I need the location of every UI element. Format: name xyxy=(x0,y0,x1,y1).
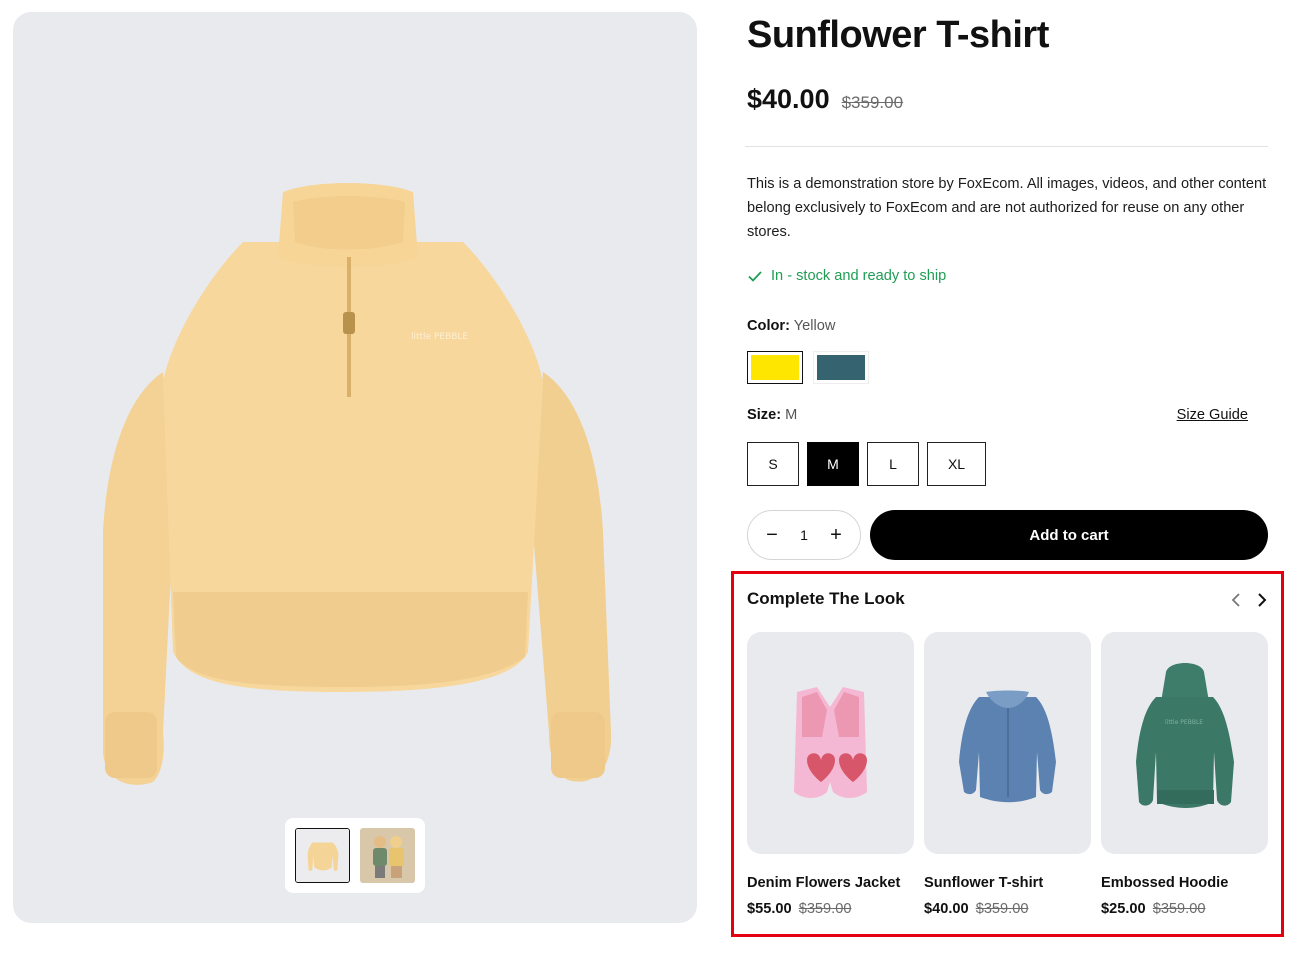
product-cards: Denim Flowers Jacket $55.00 $359.00 Sunf… xyxy=(747,632,1268,917)
thumbnail-strip xyxy=(285,818,425,893)
stock-text: In - stock and ready to ship xyxy=(771,268,947,284)
product-card-price: $25.00 xyxy=(1101,901,1146,917)
carousel-next-button[interactable] xyxy=(1253,591,1271,609)
size-options: S M L XL xyxy=(747,442,986,486)
product-card-name[interactable]: Embossed Hoodie xyxy=(1101,875,1268,891)
product-title: Sunflower T-shirt xyxy=(747,14,1049,56)
complete-the-look-section: Complete The Look Denim Flowers Jacket $… xyxy=(731,571,1284,937)
product-compare-price: $359.00 xyxy=(841,93,904,112)
product-card[interactable]: Sunflower T-shirt $40.00 $359.00 xyxy=(924,632,1091,917)
color-swatches xyxy=(747,351,869,384)
color-label: Color: Yellow xyxy=(747,318,835,334)
product-card-image[interactable]: little PEBBLE xyxy=(1101,632,1268,854)
product-card-compare-price: $359.00 xyxy=(798,901,852,917)
size-option-m[interactable]: M xyxy=(807,442,859,486)
quantity-value[interactable]: 1 xyxy=(800,527,808,543)
product-card-price: $55.00 xyxy=(747,901,792,917)
chevron-right-icon xyxy=(1258,593,1267,607)
product-gallery: little PEBBLE xyxy=(13,12,697,923)
thumbnail-kids-photo[interactable] xyxy=(360,828,415,883)
product-card-price: $40.00 xyxy=(924,901,969,917)
product-card[interactable]: little PEBBLE Embossed Hoodie $25.00 $35… xyxy=(1101,632,1268,917)
product-card-image[interactable] xyxy=(747,632,914,854)
product-card-prices: $40.00 $359.00 xyxy=(924,901,1091,917)
product-card-name[interactable]: Sunflower T-shirt xyxy=(924,875,1091,891)
quantity-increase-button[interactable]: + xyxy=(826,525,846,545)
add-to-cart-button[interactable]: Add to cart xyxy=(870,510,1268,560)
product-description: This is a demonstration store by FoxEcom… xyxy=(747,176,1267,240)
size-option-l[interactable]: L xyxy=(867,442,919,486)
svg-text:little PEBBLE: little PEBBLE xyxy=(1165,719,1203,726)
product-main-image[interactable]: little PEBBLE xyxy=(13,12,697,923)
size-option-s[interactable]: S xyxy=(747,442,799,486)
product-card-compare-price: $359.00 xyxy=(975,901,1029,917)
thumbnail-sweater[interactable] xyxy=(295,828,350,883)
quantity-stepper: − 1 + xyxy=(747,510,861,560)
carousel-prev-button[interactable] xyxy=(1228,591,1246,609)
product-card-prices: $55.00 $359.00 xyxy=(747,901,914,917)
price-row: $40.00 $359.00 xyxy=(747,84,903,115)
product-card[interactable]: Denim Flowers Jacket $55.00 $359.00 xyxy=(747,632,914,917)
size-label: Size: M xyxy=(747,407,797,423)
stock-status: In - stock and ready to ship xyxy=(747,268,946,284)
svg-text:little PEBBLE: little PEBBLE xyxy=(411,332,468,342)
product-card-image[interactable] xyxy=(924,632,1091,854)
size-option-xl[interactable]: XL xyxy=(927,442,986,486)
color-label-title: Color: xyxy=(747,318,790,334)
product-price: $40.00 xyxy=(747,84,830,114)
swatch-yellow[interactable] xyxy=(747,351,803,384)
chevron-left-icon xyxy=(1231,593,1240,607)
complete-the-look-title: Complete The Look xyxy=(747,589,905,608)
check-icon xyxy=(748,271,762,282)
size-value: M xyxy=(785,407,798,423)
product-card-prices: $25.00 $359.00 xyxy=(1101,901,1268,917)
size-label-title: Size: xyxy=(747,407,782,423)
divider xyxy=(745,146,1268,147)
swatch-teal[interactable] xyxy=(813,351,869,384)
color-value: Yellow xyxy=(793,318,836,334)
quantity-decrease-button[interactable]: − xyxy=(762,525,782,545)
product-card-compare-price: $359.00 xyxy=(1152,901,1206,917)
size-guide-link[interactable]: Size Guide xyxy=(1177,407,1248,423)
product-card-name[interactable]: Denim Flowers Jacket xyxy=(747,875,914,891)
